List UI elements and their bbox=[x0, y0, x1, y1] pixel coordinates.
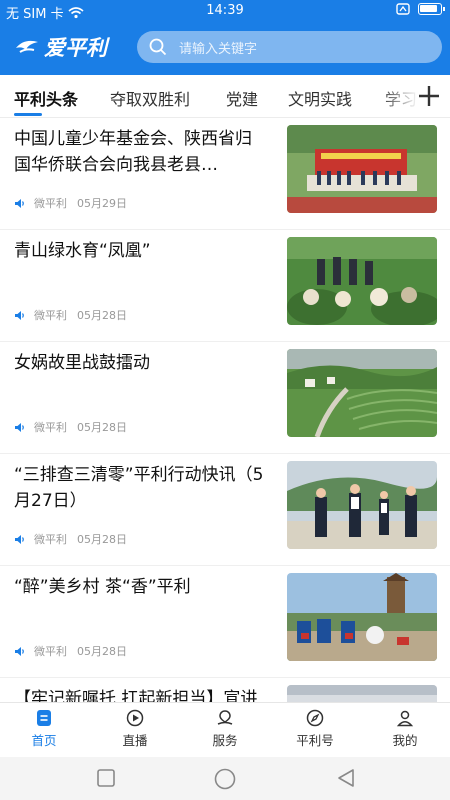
news-date: 05月28日 bbox=[77, 421, 127, 434]
nav-profile[interactable]: 我的 bbox=[370, 709, 440, 749]
news-item[interactable]: “三排查三清零”平利行动快讯（5月27日） 微平利 05月28日 bbox=[0, 454, 450, 566]
news-source: 微平利 bbox=[34, 197, 67, 210]
search-bar[interactable]: 请输入关键字 bbox=[137, 31, 442, 63]
nav-live[interactable]: 直播 bbox=[100, 709, 170, 749]
recents-icon[interactable] bbox=[96, 768, 116, 788]
nfc-icon bbox=[396, 3, 410, 15]
news-title: “三排查三清零”平利行动快讯（5月27日） bbox=[14, 465, 264, 511]
compass-icon bbox=[306, 709, 324, 727]
logo-bird-icon bbox=[16, 40, 38, 53]
tab-civilization-practice[interactable]: 文明实践 bbox=[288, 86, 352, 110]
news-meta: 微平利 05月28日 bbox=[14, 419, 127, 435]
news-date: 05月28日 bbox=[77, 645, 127, 658]
news-source: 微平利 bbox=[34, 309, 67, 322]
ceremony-photo[interactable] bbox=[287, 125, 437, 213]
news-item[interactable]: “醉”美乡村 茶“香”平利 微平利 05月28日 bbox=[0, 566, 450, 678]
app-logo: 爱平利 bbox=[14, 33, 107, 61]
news-item[interactable]: 中国儿童少年基金会、陕西省归国华侨联合会向我县老县… 微平利 05月29日 bbox=[0, 118, 450, 230]
meeting-photo[interactable] bbox=[287, 685, 437, 702]
news-meta: 微平利 05月28日 bbox=[14, 307, 127, 323]
bottom-navigation: 首页 直播 服务 平利号 我的 bbox=[0, 702, 450, 757]
system-navigation-bar bbox=[0, 757, 450, 800]
news-feed: 中国儿童少年基金会、陕西省归国华侨联合会向我县老县… 微平利 05月29日 青山… bbox=[0, 118, 450, 702]
nav-live-label: 直播 bbox=[122, 733, 148, 748]
news-meta: 微平利 05月29日 bbox=[14, 195, 127, 211]
nav-pingli-account-label: 平利号 bbox=[296, 733, 334, 748]
battery-icon bbox=[418, 3, 445, 15]
news-date: 05月28日 bbox=[77, 533, 127, 546]
officials-inspection-photo[interactable] bbox=[287, 461, 437, 549]
news-source: 微平利 bbox=[34, 421, 67, 434]
news-item[interactable]: 青山绿水育“凤凰” 微平利 05月28日 bbox=[0, 230, 450, 342]
nav-service-label: 服务 bbox=[212, 733, 238, 748]
home-circle-icon[interactable] bbox=[214, 768, 236, 790]
active-tab-indicator bbox=[14, 113, 42, 116]
tea-garden-visit-photo[interactable] bbox=[287, 237, 437, 325]
news-item[interactable]: 【牢记新嘱托 扛起新担当】宣讲 bbox=[0, 678, 450, 702]
speaker-icon[interactable] bbox=[14, 422, 26, 433]
speaker-icon[interactable] bbox=[14, 198, 26, 209]
nav-home-label: 首页 bbox=[31, 733, 57, 748]
terraced-tea-hills-photo[interactable] bbox=[287, 349, 437, 437]
service-icon bbox=[217, 710, 233, 725]
nav-pingli-account[interactable]: 平利号 bbox=[280, 709, 350, 749]
news-source: 微平利 bbox=[34, 645, 67, 658]
speaker-icon[interactable] bbox=[14, 310, 26, 321]
news-title: “醉”美乡村 茶“香”平利 bbox=[14, 577, 191, 597]
search-icon bbox=[149, 38, 167, 56]
nav-home[interactable]: 首页 bbox=[9, 709, 79, 749]
tab-double-victory[interactable]: 夺取双胜利 bbox=[110, 86, 190, 110]
clock: 14:39 bbox=[206, 3, 244, 18]
news-item[interactable]: 女娲故里战鼓擂动 微平利 05月28日 bbox=[0, 342, 450, 454]
news-title: 女娲故里战鼓擂动 bbox=[14, 353, 150, 373]
tab-party-building[interactable]: 党建 bbox=[226, 86, 258, 110]
home-icon bbox=[37, 710, 51, 726]
status-bar: 无 SIM 卡 14:39 bbox=[0, 0, 450, 22]
search-placeholder: 请输入关键字 bbox=[179, 41, 258, 57]
category-tabs: 平利头条 夺取双胜利 党建 文明实践 学习 bbox=[0, 75, 450, 117]
tea-festival-photo[interactable] bbox=[287, 573, 437, 661]
nav-service[interactable]: 服务 bbox=[190, 709, 260, 749]
news-title: 【牢记新嘱托 扛起新担当】宣讲 bbox=[14, 689, 258, 702]
tab-headlines[interactable]: 平利头条 bbox=[14, 86, 78, 110]
news-meta: 微平利 05月28日 bbox=[14, 531, 127, 547]
news-title: 青山绿水育“凤凰” bbox=[14, 241, 151, 261]
live-icon bbox=[126, 709, 144, 727]
speaker-icon[interactable] bbox=[14, 534, 26, 545]
nav-profile-label: 我的 bbox=[392, 733, 418, 748]
news-source: 微平利 bbox=[34, 533, 67, 546]
news-date: 05月28日 bbox=[77, 309, 127, 322]
speaker-icon[interactable] bbox=[14, 646, 26, 657]
news-title: 中国儿童少年基金会、陕西省归国华侨联合会向我县老县… bbox=[14, 129, 252, 175]
back-icon[interactable] bbox=[336, 768, 356, 788]
news-meta: 微平利 05月28日 bbox=[14, 643, 127, 659]
logo-text: 爱平利 bbox=[44, 35, 107, 60]
add-tab-icon[interactable] bbox=[416, 83, 442, 109]
news-date: 05月29日 bbox=[77, 197, 127, 210]
profile-icon bbox=[396, 710, 414, 727]
